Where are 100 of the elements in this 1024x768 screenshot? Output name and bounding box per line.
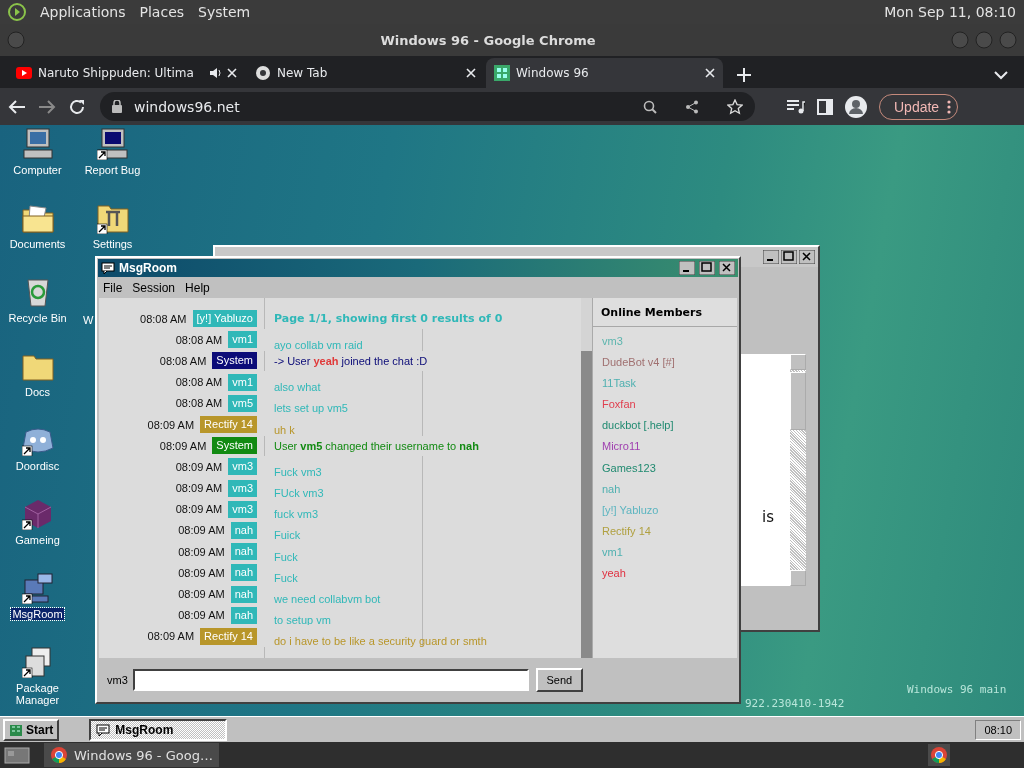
- address-input[interactable]: windows96.net: [132, 97, 633, 116]
- grid-logo-icon: [494, 65, 510, 81]
- icon-label[interactable]: Computer: [12, 164, 63, 176]
- icon-label[interactable]: Doordisc: [14, 460, 61, 472]
- icon-label[interactable]: Docs: [23, 386, 52, 398]
- panel-menu[interactable]: System: [198, 4, 251, 20]
- icon-label[interactable]: Gameing: [14, 534, 61, 546]
- lock-icon: [112, 100, 122, 113]
- start-button[interactable]: Start: [3, 718, 60, 741]
- folder-icon[interactable]: [96, 202, 129, 234]
- browser-logo-icon: [50, 746, 68, 764]
- member-name[interactable]: Foxfan: [593, 394, 737, 416]
- kebab-menu-icon: [947, 99, 952, 114]
- message-text: -> User yeah joined the chat :D: [273, 354, 428, 367]
- avatar-icon[interactable]: [845, 95, 867, 118]
- icon-label[interactable]: W: [82, 314, 95, 326]
- monitor-icon[interactable]: [96, 128, 129, 160]
- message-time: 08:09 AM: [178, 524, 225, 537]
- nickname-label: vm3: [107, 674, 128, 686]
- boxes-icon[interactable]: [21, 646, 54, 678]
- version-text: Windows 96 main: [907, 683, 1007, 696]
- tower-icon: [9, 722, 23, 737]
- menu-item[interactable]: Help: [185, 281, 210, 295]
- back-icon[interactable]: [8, 98, 26, 115]
- panel-menu[interactable]: Applications: [40, 4, 126, 20]
- message-time: 08:09 AM: [178, 566, 225, 579]
- icon-label[interactable]: Recycle Bin: [7, 312, 68, 324]
- message-time: 08:09 AM: [159, 439, 207, 452]
- menu-item[interactable]: Session: [132, 281, 176, 295]
- message-time: 08:08 AM: [175, 333, 223, 346]
- message-time: 08:09 AM: [178, 588, 225, 601]
- cube-icon[interactable]: [21, 498, 54, 530]
- message-input[interactable]: [132, 669, 529, 691]
- icon-label[interactable]: Documents: [8, 238, 67, 250]
- close-icon[interactable]: [799, 250, 815, 264]
- message-time: 08:08 AM: [140, 312, 187, 325]
- star-icon[interactable]: [727, 98, 743, 115]
- search-icon[interactable]: [643, 99, 657, 114]
- address-field[interactable]: windows96.net: [100, 92, 755, 121]
- send-button[interactable]: Send: [535, 668, 583, 692]
- menu-item[interactable]: File: [103, 281, 123, 295]
- window-title: Windows 96 - Google Chrome: [379, 32, 597, 48]
- message-time: 08:09 AM: [147, 418, 195, 431]
- message-time: 08:09 AM: [175, 460, 223, 473]
- taskbar-button[interactable]: MsgRoom: [89, 718, 228, 741]
- message-time: 08:08 AM: [175, 397, 223, 410]
- scrollbar[interactable]: [790, 354, 806, 586]
- member-name[interactable]: duckbot [.help]: [593, 415, 737, 437]
- members-heading: Online Members: [593, 298, 737, 327]
- panel-task-button[interactable]: Windows 96 - Goog…: [44, 743, 219, 767]
- computer-icon[interactable]: [21, 572, 54, 604]
- forward-icon[interactable]: [38, 98, 56, 115]
- update-button[interactable]: Update: [879, 93, 959, 120]
- scrollbar[interactable]: [581, 298, 592, 658]
- icon-label[interactable]: MsgRoom: [11, 608, 64, 620]
- reload-icon[interactable]: [68, 97, 86, 116]
- username-tag[interactable]: System: [212, 352, 257, 370]
- browser-tab[interactable]: Windows 96: [486, 58, 723, 88]
- member-name[interactable]: yeah: [593, 563, 737, 585]
- media-icon[interactable]: [787, 99, 805, 114]
- maximize-icon[interactable]: [699, 261, 715, 275]
- maximize-icon[interactable]: [781, 250, 797, 264]
- username-tag[interactable]: System: [212, 437, 257, 455]
- chevron-down-icon[interactable]: [994, 70, 1008, 80]
- share-icon[interactable]: [685, 99, 699, 114]
- chat-bubble-icon: [101, 262, 115, 274]
- member-name[interactable]: DudeBot v4 [#]: [593, 352, 737, 374]
- browser-tab[interactable]: Naruto Shippuden: Ultima: [8, 58, 245, 88]
- side-panel-icon[interactable]: [817, 98, 833, 115]
- new-tab-icon[interactable]: [737, 68, 751, 82]
- desktop-icon[interactable]: [4, 745, 30, 765]
- message-time: 08:09 AM: [178, 609, 225, 622]
- version-text: 922.230410-1942: [745, 697, 845, 710]
- minimize-icon[interactable]: [679, 261, 695, 275]
- globe-icon: [255, 65, 271, 81]
- member-name[interactable]: Games123: [593, 457, 737, 479]
- minimize-icon[interactable]: [763, 250, 779, 264]
- video-icon: [16, 67, 32, 79]
- icon-label[interactable]: Settings: [91, 238, 134, 250]
- title-bar: MsgRoom: [98, 259, 738, 277]
- browser-tab[interactable]: New Tab: [247, 58, 484, 88]
- icon-label[interactable]: Package Manager: [0, 682, 75, 706]
- panel-menu[interactable]: Places: [139, 4, 185, 20]
- message-time: 08:09 AM: [175, 503, 223, 516]
- chat-bubble-icon: [96, 723, 111, 736]
- member-name[interactable]: Micro11: [593, 436, 737, 458]
- folder-icon[interactable]: [21, 202, 54, 234]
- close-icon[interactable]: [719, 261, 735, 275]
- message-time: 08:09 AM: [178, 545, 225, 558]
- message-text: User vm5 changed their username to nah: [273, 439, 479, 452]
- icon-label[interactable]: Report Bug: [83, 164, 142, 176]
- message-text: Page 1/1, showing first 0 results of 0: [273, 312, 503, 326]
- taskbar-clock: 08:10: [975, 719, 1021, 740]
- message-time: 08:09 AM: [175, 482, 223, 495]
- browser-logo-icon[interactable]: [930, 746, 948, 764]
- message-time: 08:09 AM: [147, 630, 195, 643]
- message-time: 08:08 AM: [159, 354, 207, 367]
- message-time: 08:08 AM: [175, 376, 223, 389]
- computer-icon[interactable]: [21, 128, 54, 160]
- panel-clock[interactable]: Mon Sep 11, 08:10: [884, 4, 1016, 20]
